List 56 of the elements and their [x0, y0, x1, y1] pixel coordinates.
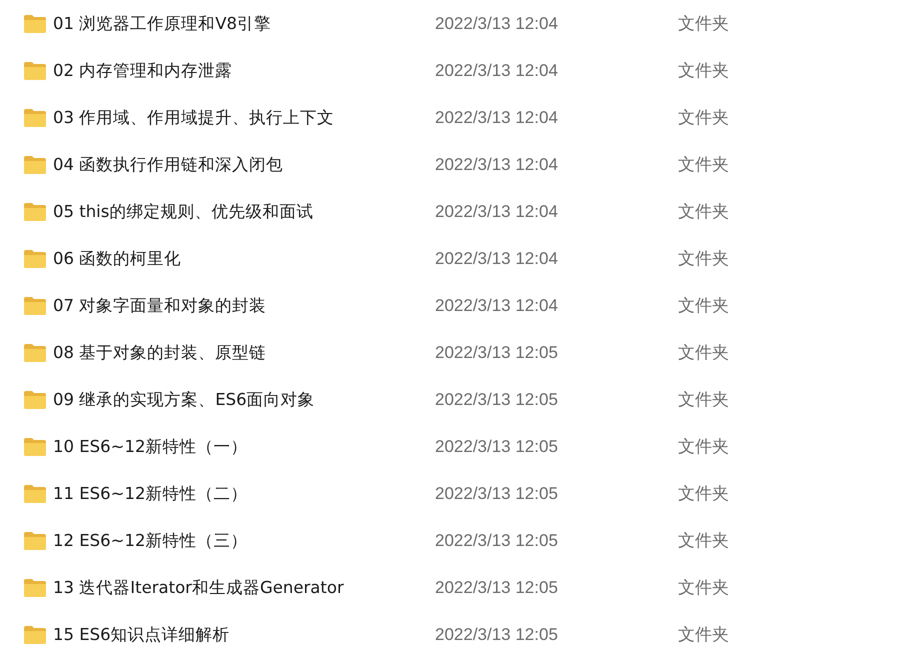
folder-icon — [24, 438, 46, 456]
file-type: 文件夹 — [678, 13, 730, 35]
file-type: 文件夹 — [678, 577, 730, 599]
modified-date: 2022/3/13 12:04 — [435, 154, 559, 174]
folder-name[interactable]: 04 函数执行作用链和深入闭包 — [46, 154, 435, 176]
file-type: 文件夹 — [678, 342, 730, 364]
modified-date: 2022/3/13 12:05 — [435, 436, 559, 456]
folder-name[interactable]: 09 继承的实现方案、ES6面向对象 — [46, 388, 435, 410]
folder-name[interactable]: 03 作用域、作用域提升、执行上下文 — [46, 106, 435, 128]
folder-name[interactable]: 05 this的绑定规则、优先级和面试 — [46, 200, 435, 222]
folder-icon — [24, 108, 46, 126]
folder-icon — [24, 344, 46, 362]
modified-date: 2022/3/13 12:04 — [435, 14, 559, 34]
file-type: 文件夹 — [678, 248, 730, 270]
folder-icon — [24, 390, 46, 408]
modified-date: 2022/3/13 12:05 — [435, 342, 559, 362]
folder-name[interactable]: 15 ES6知识点详细解析 — [46, 624, 435, 646]
folder-name[interactable]: 02 内存管理和内存泄露 — [46, 60, 435, 82]
file-type: 文件夹 — [678, 60, 730, 82]
file-type: 文件夹 — [678, 154, 730, 176]
modified-date: 2022/3/13 12:05 — [435, 624, 559, 644]
file-type: 文件夹 — [678, 436, 730, 458]
file-type: 文件夹 — [678, 389, 730, 411]
modified-date: 2022/3/13 12:05 — [435, 578, 559, 598]
file-type: 文件夹 — [678, 530, 730, 552]
folder-icon — [24, 532, 46, 550]
modified-date: 2022/3/13 12:04 — [435, 296, 559, 316]
folder-icon — [24, 484, 46, 502]
file-type: 文件夹 — [678, 483, 730, 505]
folder-name[interactable]: 08 基于对象的封装、原型链 — [46, 342, 435, 364]
folder-icon — [24, 156, 46, 174]
modified-date: 2022/3/13 12:04 — [435, 248, 559, 268]
folder-name[interactable]: 06 函数的柯里化 — [46, 248, 435, 270]
folder-name[interactable]: 07 对象字面量和对象的封装 — [46, 294, 435, 316]
file-type: 文件夹 — [678, 624, 730, 646]
modified-date: 2022/3/13 12:05 — [435, 390, 559, 410]
folder-name[interactable]: 11 ES6~12新特性（二） — [46, 482, 435, 504]
modified-date: 2022/3/13 12:04 — [435, 202, 559, 222]
modified-date: 2022/3/13 12:05 — [435, 484, 559, 504]
folder-icon — [24, 296, 46, 314]
file-type: 文件夹 — [678, 201, 730, 223]
folder-icon — [24, 14, 46, 32]
folder-icon — [24, 578, 46, 596]
modified-date: 2022/3/13 12:04 — [435, 60, 559, 80]
file-type: 文件夹 — [678, 107, 730, 129]
folder-icon — [24, 202, 46, 220]
folder-name[interactable]: 13 迭代器Iterator和生成器Generator — [46, 576, 435, 598]
folder-icon — [24, 626, 46, 644]
modified-date: 2022/3/13 12:04 — [435, 108, 559, 128]
file-type: 文件夹 — [678, 295, 730, 317]
folder-name[interactable]: 10 ES6~12新特性（一） — [46, 436, 435, 458]
folder-name[interactable]: 01 浏览器工作原理和V8引擎 — [46, 12, 435, 34]
folder-icon — [24, 62, 46, 80]
modified-date: 2022/3/13 12:05 — [435, 530, 559, 550]
folder-icon — [24, 250, 46, 268]
folder-name[interactable]: 12 ES6~12新特性（三） — [46, 530, 435, 552]
